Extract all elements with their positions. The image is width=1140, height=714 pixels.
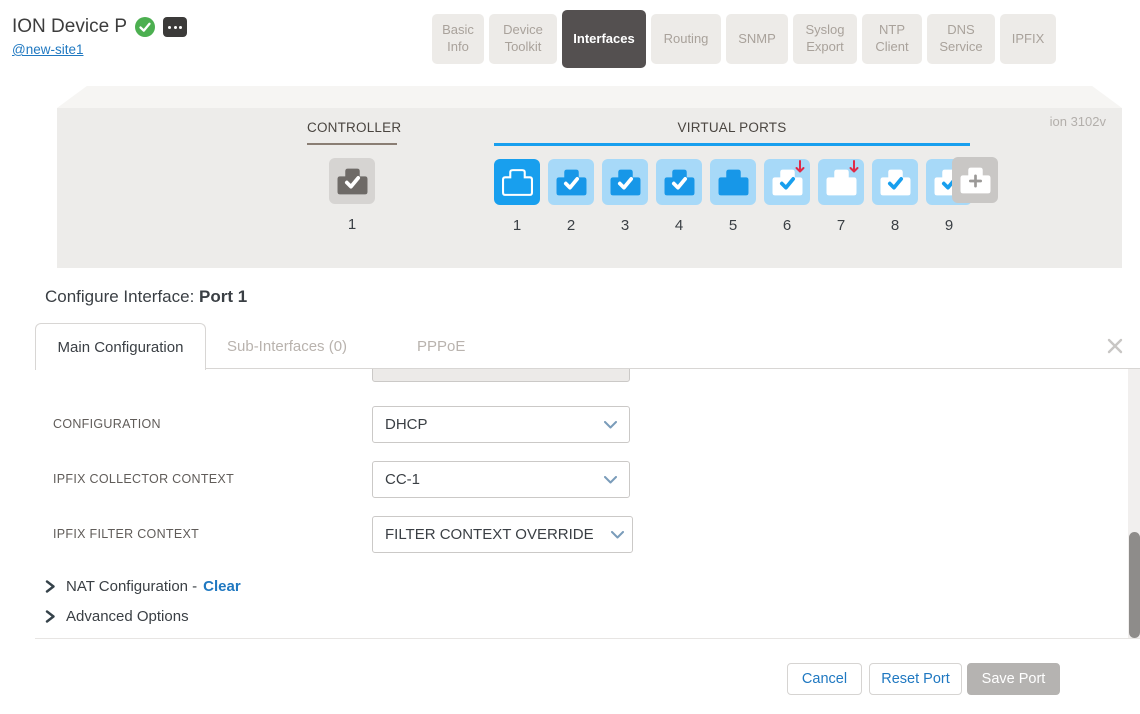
tab-basic-info[interactable]: Basic Info bbox=[432, 14, 484, 64]
configuration-label: CONFIGURATION bbox=[53, 417, 161, 431]
virtual-port-1[interactable] bbox=[494, 159, 540, 205]
tab-routing[interactable]: Routing bbox=[651, 14, 721, 64]
scrollbar-track[interactable] bbox=[1128, 369, 1140, 638]
chevron-right-icon bbox=[45, 580, 56, 593]
port-number: 7 bbox=[837, 217, 845, 234]
port-number: 2 bbox=[567, 217, 575, 234]
admin-down-arrow-icon bbox=[795, 160, 805, 175]
controller-port-1[interactable] bbox=[329, 158, 375, 204]
ipfix-collector-context-label: IPFIX COLLECTOR CONTEXT bbox=[53, 472, 234, 486]
chevron-down-icon bbox=[611, 531, 624, 539]
port-number: 1 bbox=[513, 217, 521, 234]
tab-interfaces[interactable]: Interfaces bbox=[562, 10, 646, 68]
nat-configuration-section[interactable]: NAT Configuration - Clear bbox=[45, 578, 241, 595]
controller-underline bbox=[307, 143, 397, 145]
reset-port-button[interactable]: Reset Port bbox=[869, 663, 962, 695]
port-number: 9 bbox=[945, 217, 953, 234]
tab-pppoe[interactable]: PPPoE bbox=[417, 323, 465, 369]
device-name: ION Device P bbox=[12, 16, 127, 38]
chevron-right-icon bbox=[45, 610, 56, 623]
controller-heading: CONTROLLER bbox=[307, 120, 397, 135]
advanced-options-section[interactable]: Advanced Options bbox=[45, 608, 189, 625]
device-tab-bar: Basic Info Device Toolkit Interfaces Rou… bbox=[432, 10, 1056, 68]
site-link[interactable]: @new-site1 bbox=[12, 42, 83, 57]
port-icon-checked bbox=[664, 169, 695, 196]
close-icon[interactable] bbox=[1106, 337, 1124, 355]
port-number: 3 bbox=[621, 217, 629, 234]
virtual-ports-section: VIRTUAL PORTS 1 bbox=[494, 120, 970, 234]
configure-port-name: Port 1 bbox=[199, 287, 247, 306]
virtual-port-6[interactable] bbox=[764, 159, 810, 205]
advanced-options-label: Advanced Options bbox=[66, 608, 189, 625]
port-number: 8 bbox=[891, 217, 899, 234]
admin-down-arrow-icon bbox=[849, 160, 859, 175]
footer-divider bbox=[35, 638, 1140, 639]
configuration-select[interactable]: DHCP bbox=[372, 406, 630, 443]
virtual-port-8[interactable] bbox=[872, 159, 918, 205]
device-chassis-panel: ion 3102v CONTROLLER 1 VIRTUAL POR bbox=[57, 86, 1122, 268]
tab-dns-service[interactable]: DNS Service bbox=[927, 14, 995, 64]
virtual-port-2[interactable] bbox=[548, 159, 594, 205]
nat-configuration-label: NAT Configuration - bbox=[66, 578, 197, 595]
controller-port-number: 1 bbox=[348, 216, 356, 233]
configure-title-prefix: Configure Interface: bbox=[45, 287, 194, 306]
virtual-ports-heading: VIRTUAL PORTS bbox=[494, 120, 970, 135]
port-icon-checked bbox=[610, 169, 641, 196]
ipfix-filter-context-label: IPFIX FILTER CONTEXT bbox=[53, 527, 199, 541]
tab-ntp-client[interactable]: NTP Client bbox=[862, 14, 922, 64]
save-port-button[interactable]: Save Port bbox=[967, 663, 1060, 695]
port-icon bbox=[337, 168, 368, 195]
virtual-port-7[interactable] bbox=[818, 159, 864, 205]
scrollbar-thumb[interactable] bbox=[1129, 532, 1140, 638]
chassis-top-bevel bbox=[57, 86, 1122, 108]
circuit-select-value: No available circuits bbox=[385, 369, 518, 372]
tab-ipfix[interactable]: IPFIX bbox=[1000, 14, 1056, 64]
add-port-icon bbox=[960, 167, 991, 194]
virtual-ports-underline bbox=[494, 143, 970, 146]
form-scroll-area: No available circuits CONFIGURATION DHCP… bbox=[0, 369, 1128, 638]
ipfix-filter-context-select[interactable]: FILTER CONTEXT OVERRIDE bbox=[372, 516, 633, 553]
controller-section: CONTROLLER 1 bbox=[307, 120, 397, 233]
ipfix-collector-context-value: CC-1 bbox=[385, 471, 420, 488]
tab-sub-interfaces[interactable]: Sub-Interfaces (0) bbox=[227, 323, 347, 369]
chevron-down-icon bbox=[604, 476, 617, 484]
configure-interface-title: Configure Interface: Port 1 bbox=[45, 287, 247, 307]
port-number: 4 bbox=[675, 217, 683, 234]
tab-main-configuration[interactable]: Main Configuration bbox=[35, 323, 206, 370]
circuit-select[interactable]: No available circuits bbox=[372, 369, 630, 382]
device-model-label: ion 3102v bbox=[1050, 114, 1106, 129]
tab-device-toolkit[interactable]: Device Toolkit bbox=[489, 14, 557, 64]
cancel-button[interactable]: Cancel bbox=[787, 663, 862, 695]
nat-clear-link[interactable]: Clear bbox=[203, 578, 241, 595]
device-header: ION Device P @new-site1 bbox=[12, 16, 187, 59]
port-number: 6 bbox=[783, 217, 791, 234]
virtual-port-5[interactable] bbox=[710, 159, 756, 205]
port-icon bbox=[718, 169, 749, 196]
ipfix-collector-context-select[interactable]: CC-1 bbox=[372, 461, 630, 498]
configure-tab-bar: Main Configuration Sub-Interfaces (0) PP… bbox=[0, 323, 1140, 369]
port-number: 5 bbox=[729, 217, 737, 234]
verified-check-icon bbox=[135, 17, 155, 37]
add-port-button[interactable] bbox=[952, 157, 998, 203]
tab-snmp[interactable]: SNMP bbox=[726, 14, 788, 64]
virtual-port-4[interactable] bbox=[656, 159, 702, 205]
tab-syslog-export[interactable]: Syslog Export bbox=[793, 14, 857, 64]
port-icon-checked bbox=[556, 169, 587, 196]
chevron-down-icon bbox=[604, 421, 617, 429]
port-icon-checked bbox=[880, 169, 911, 196]
virtual-port-3[interactable] bbox=[602, 159, 648, 205]
more-actions-icon[interactable] bbox=[163, 17, 187, 37]
ipfix-filter-context-value: FILTER CONTEXT OVERRIDE bbox=[385, 526, 594, 543]
configuration-value: DHCP bbox=[385, 416, 428, 433]
port-icon-selected bbox=[502, 169, 533, 196]
